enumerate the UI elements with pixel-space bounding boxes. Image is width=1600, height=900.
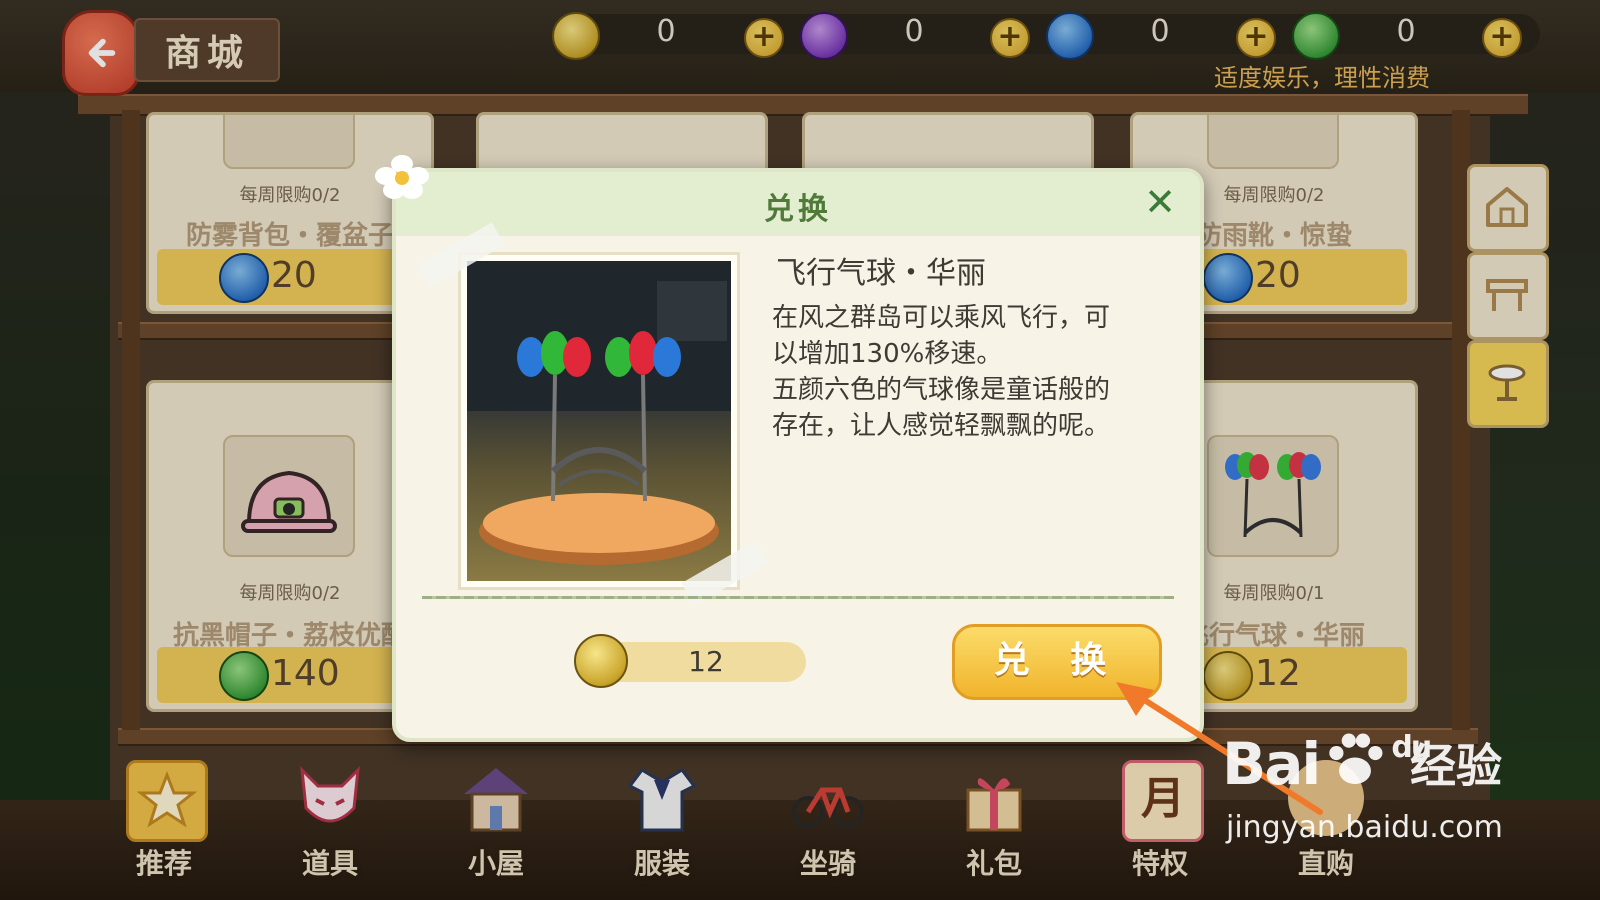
balloon-stand-illustration [467, 261, 731, 565]
watermark-url: jingyan.baidu.com [1226, 810, 1503, 845]
cost-value: 12 [688, 645, 724, 678]
item-description: 在风之群岛可以乘风飞行，可 以增加130%移速。 五颜六色的气球像是童话般的 存… [772, 303, 1111, 441]
paw-icon [1329, 733, 1383, 785]
watermark-logo: Bai [1222, 730, 1321, 798]
watermark-jingyan: 经验 [1410, 739, 1502, 793]
item-preview [458, 252, 740, 590]
item-preview-image [467, 261, 731, 581]
close-button[interactable]: ✕ [1140, 182, 1180, 222]
dialog-title: 兑换 [764, 192, 832, 227]
item-title: 飞行气球・华丽 [776, 256, 986, 291]
gold-coin-icon [574, 634, 628, 688]
divider [422, 596, 1174, 599]
baidu-watermark: Bai du 经验 jingyan.baidu.com [1222, 730, 1503, 845]
exchange-dialog: 兑换 ✕ 飞行气球・华丽 在风之群岛可以乘风飞行，可 以增加130%移速。 五颜… [375, 155, 1204, 742]
